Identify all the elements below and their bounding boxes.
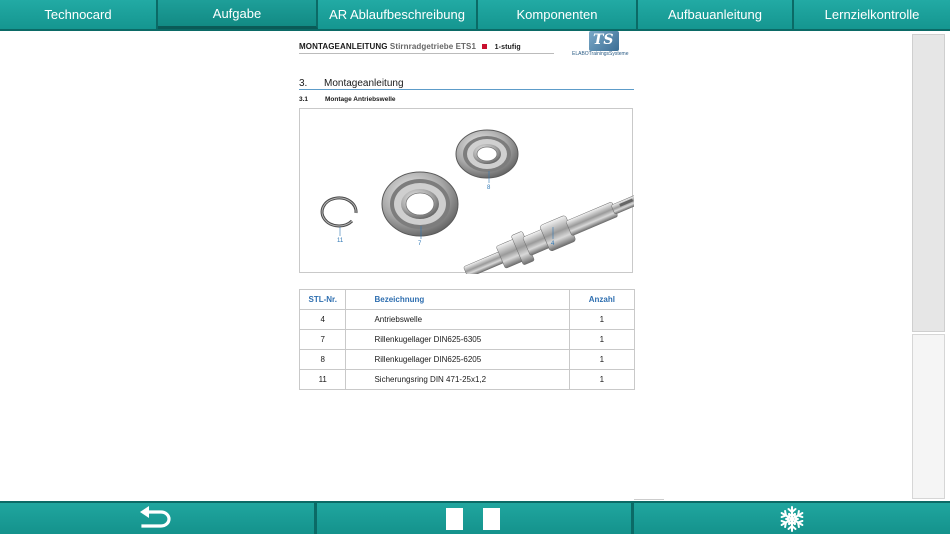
callout-7: 7 [418,241,422,247]
col-header-anzahl: Anzahl [568,289,636,310]
logo-text: ELABOTrainingsSysteme [572,51,629,57]
scrollbar-thumb[interactable] [912,34,945,332]
circlip-part: 11 [320,196,358,244]
table-header-row: STL-Nr. Bezeichnung Anzahl [298,289,636,310]
ts-logo-icon: TS [589,31,619,51]
col-header-stl-nr: STL-Nr. [298,289,347,310]
bearing-6205-part: 8 [455,129,519,191]
pause-icon [446,507,500,530]
col-header-bezeichnung: Bezeichnung [345,289,570,310]
cell-anzahl: 1 [569,349,636,370]
header-divider [299,53,554,54]
tab-lernzielkontrolle[interactable]: Lernzielkontrolle [794,0,950,29]
back-arrow-icon [140,505,171,528]
pause-button[interactable] [317,503,631,534]
section-heading: 3. Montageanleitung [299,78,404,89]
table-row: 8 Rillenkugellager DIN625-6205 1 [298,349,636,370]
scrollbar-lower-track[interactable] [912,334,945,499]
red-marker-icon [482,43,488,49]
cell-anzahl: 1 [569,329,636,350]
cell-bezeichnung: Sicherungsring DIN 471-25x1,2 [345,369,570,390]
elabo-logo: TS ELABOTrainingsSysteme [572,31,636,59]
callout-11: 11 [337,238,344,244]
table-row: 4 Antriebswelle 1 [298,309,636,330]
cell-anzahl: 1 [569,309,636,330]
bearing-6305-part: 7 [381,171,459,247]
top-navigation: Technocard Aufgabe AR Ablaufbeschreibung… [0,0,950,31]
parts-illustration: 11 7 8 4 [320,129,634,274]
subsection-heading: 3.1 Montage Antriebswelle [299,96,396,103]
section-divider [299,89,634,90]
drive-shaft-part [463,195,634,274]
tab-ar-ablaufbeschreibung[interactable]: AR Ablaufbeschreibung [318,0,478,29]
cell-stl-nr: 4 [298,309,346,330]
section-title: Montageanleitung [324,78,404,89]
document-header-subtitle: Stirnradgetriebe ETS1 [389,42,477,51]
document-header-title: MONTAGEANLEITUNG [299,42,388,51]
table-row: 7 Rillenkugellager DIN625-6305 1 [298,329,636,350]
subsection-number: 3.1 [299,96,309,103]
document-header: MONTAGEANLEITUNG Stirnradgetriebe ETS1 1… [299,42,521,51]
tab-aufgabe[interactable]: Aufgabe [158,0,318,29]
document-header-variant: 1-stufig [494,44,521,51]
tab-aufbauanleitung[interactable]: Aufbauanleitung [638,0,794,29]
cell-stl-nr: 7 [298,329,346,350]
tab-komponenten[interactable]: Komponenten [478,0,638,29]
tab-technocard[interactable]: Technocard [0,0,158,29]
cell-bezeichnung: Antriebswelle [345,309,570,330]
parts-table: STL-Nr. Bezeichnung Anzahl 4 Antriebswel… [298,289,636,390]
assembly-figure: 11 7 8 4 [299,108,634,274]
page-footer-divider [634,499,664,500]
cell-stl-nr: 11 [298,369,346,390]
freeze-button[interactable] [634,503,950,534]
table-row: 11 Sicherungsring DIN 471-25x1,2 1 [298,369,636,390]
subsection-title: Montage Antriebswelle [325,96,396,103]
cell-anzahl: 1 [569,369,636,390]
snowflake-icon [778,505,806,532]
section-number: 3. [299,78,308,89]
callout-8: 8 [487,185,491,191]
cell-bezeichnung: Rillenkugellager DIN625-6305 [345,329,570,350]
cell-bezeichnung: Rillenkugellager DIN625-6205 [345,349,570,370]
back-button[interactable] [0,503,314,534]
cell-stl-nr: 8 [298,349,346,370]
